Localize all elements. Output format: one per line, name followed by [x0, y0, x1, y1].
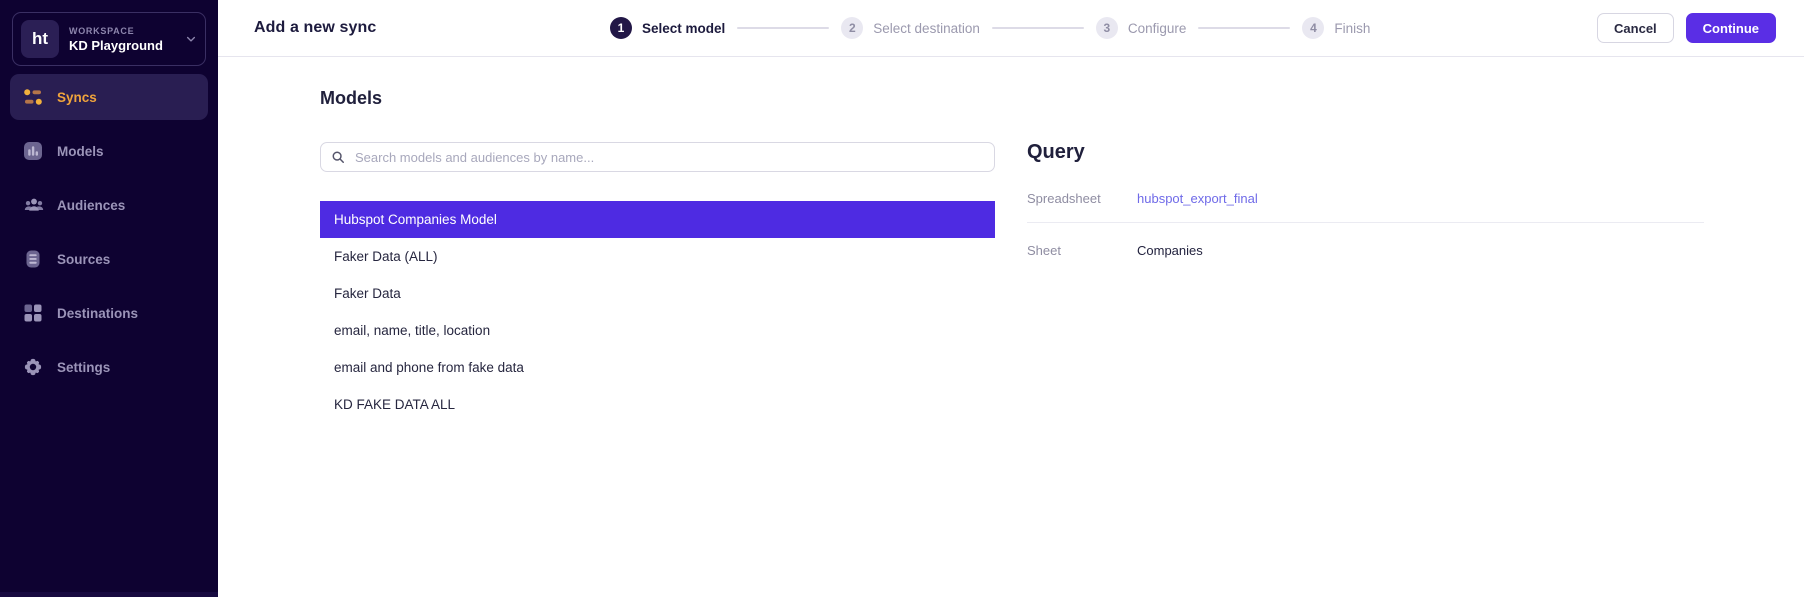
sidebar-item-label: Models [57, 144, 104, 159]
sheet-value: Companies [1137, 243, 1203, 258]
step-select-model: 1 Select model [610, 17, 725, 39]
sheet-label: Sheet [1027, 243, 1137, 258]
step-select-destination: 2 Select destination [841, 17, 980, 39]
sidebar-item-models[interactable]: Models [10, 128, 208, 174]
sidebar: ht WORKSPACE KD Playground Syncs [0, 0, 218, 597]
model-row[interactable]: email and phone from fake data [320, 349, 995, 386]
query-row-spreadsheet: Spreadsheet hubspot_export_final [1027, 191, 1704, 223]
cancel-button[interactable]: Cancel [1597, 13, 1674, 43]
model-row-selected[interactable]: Hubspot Companies Model [320, 201, 995, 238]
search-icon [331, 150, 345, 164]
spreadsheet-link[interactable]: hubspot_export_final [1137, 191, 1258, 206]
sidebar-item-label: Audiences [57, 198, 125, 213]
syncs-icon [23, 87, 43, 107]
step-circle: 3 [1096, 17, 1118, 39]
sidebar-item-syncs[interactable]: Syncs [10, 74, 208, 120]
sidebar-item-settings[interactable]: Settings [10, 344, 208, 390]
models-icon [23, 141, 43, 161]
models-title: Models [320, 88, 995, 109]
stepper: 1 Select model 2 Select destination 3 Co… [610, 0, 1370, 56]
model-row[interactable]: Faker Data [320, 275, 995, 312]
continue-button[interactable]: Continue [1686, 13, 1776, 43]
step-connector [737, 27, 829, 29]
audiences-icon [23, 195, 43, 215]
sidebar-item-label: Destinations [57, 306, 138, 321]
sidebar-item-destinations[interactable]: Destinations [10, 290, 208, 336]
sidebar-nav: Syncs Models [0, 74, 218, 390]
page-title: Add a new sync [254, 19, 376, 37]
step-label: Select destination [873, 21, 980, 36]
query-title: Query [1027, 141, 1704, 164]
header-actions: Cancel Continue [1597, 13, 1776, 43]
step-circle: 4 [1302, 17, 1324, 39]
step-configure: 3 Configure [1096, 17, 1187, 39]
workspace-switcher[interactable]: ht WORKSPACE KD Playground [12, 12, 206, 66]
header: Add a new sync 1 Select model 2 Select d… [218, 0, 1804, 57]
sidebar-item-label: Settings [57, 360, 110, 375]
models-panel: Models Hubspot Companies Model Faker Dat… [320, 88, 995, 597]
model-row[interactable]: email, name, title, location [320, 312, 995, 349]
step-label: Select model [642, 21, 725, 36]
sources-icon [23, 249, 43, 269]
main-content: Models Hubspot Companies Model Faker Dat… [218, 57, 1804, 597]
destinations-icon [23, 303, 43, 323]
sidebar-item-sources[interactable]: Sources [10, 236, 208, 282]
workspace-logo: ht [21, 20, 59, 58]
workspace-text: WORKSPACE KD Playground [69, 26, 175, 53]
step-label: Finish [1334, 21, 1370, 36]
step-circle: 2 [841, 17, 863, 39]
sidebar-bottom-strip [0, 592, 218, 597]
step-connector [992, 27, 1084, 29]
sidebar-item-label: Syncs [57, 90, 97, 105]
search-wrap [320, 142, 995, 172]
model-row[interactable]: Faker Data (ALL) [320, 238, 995, 275]
search-input[interactable] [320, 142, 995, 172]
workspace-name: KD Playground [69, 38, 175, 53]
sidebar-item-audiences[interactable]: Audiences [10, 182, 208, 228]
query-row-sheet: Sheet Companies [1027, 223, 1704, 258]
step-finish: 4 Finish [1302, 17, 1370, 39]
query-panel: Query Spreadsheet hubspot_export_final S… [1027, 88, 1704, 597]
model-list: Hubspot Companies Model Faker Data (ALL)… [320, 201, 995, 423]
workspace-label: WORKSPACE [69, 26, 175, 36]
sidebar-item-label: Sources [57, 252, 110, 267]
model-row[interactable]: KD FAKE DATA ALL [320, 386, 995, 423]
step-circle: 1 [610, 17, 632, 39]
step-label: Configure [1128, 21, 1187, 36]
chevron-down-icon [185, 33, 197, 45]
step-connector [1198, 27, 1290, 29]
query-rows: Spreadsheet hubspot_export_final Sheet C… [1027, 191, 1704, 258]
spreadsheet-label: Spreadsheet [1027, 191, 1137, 206]
settings-icon [23, 357, 43, 377]
